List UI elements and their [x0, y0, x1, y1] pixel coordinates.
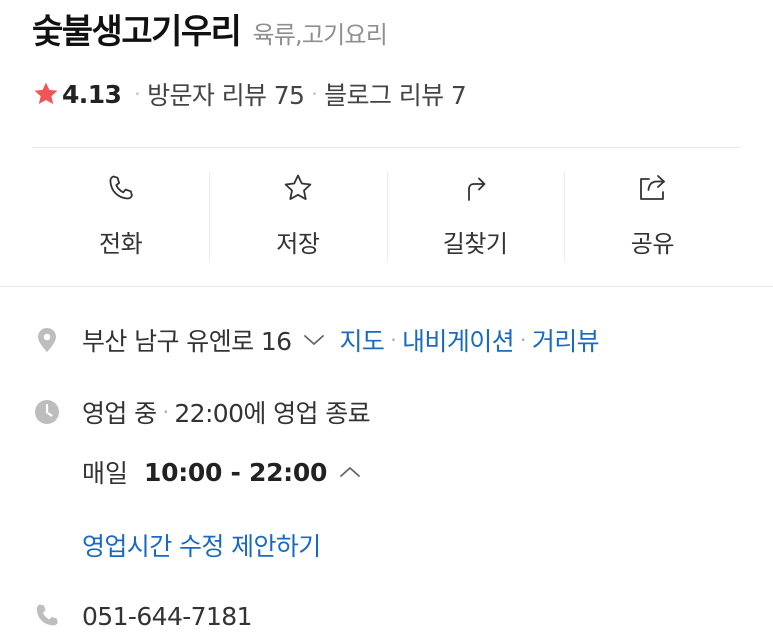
call-button[interactable]: 전화 — [32, 172, 209, 262]
chevron-up-icon[interactable] — [339, 465, 361, 479]
place-category: 육류,고기요리 — [252, 21, 387, 49]
divider — [32, 147, 741, 148]
navigation-link[interactable]: 내비게이션 — [402, 322, 515, 358]
clock-icon — [35, 400, 59, 424]
separator-dot: · — [134, 82, 141, 106]
directions-icon — [468, 177, 486, 201]
hours-time: 10:00 - 22:00 — [144, 457, 328, 487]
location-pin-icon — [38, 328, 56, 352]
place-header: 숯불생고기우리 육류,고기요리 — [32, 4, 388, 54]
address-row: 부산 남구 유엔로 16 지도 · 내비게이션 · 거리뷰 — [32, 320, 600, 360]
closing-time: 22:00에 영업 종료 — [174, 399, 371, 428]
share-button[interactable]: 공유 — [563, 172, 741, 262]
action-label: 공유 — [630, 230, 675, 258]
address-text[interactable]: 부산 남구 유엔로 16 — [82, 322, 292, 358]
hours-day: 매일 — [82, 459, 129, 488]
street-view-link[interactable]: 거리뷰 — [532, 322, 600, 358]
suggest-hours-edit-link[interactable]: 영업시간 수정 제안하기 — [82, 525, 321, 565]
rating-score: 4.13 — [62, 79, 122, 109]
hours-row: 영업 중 · 22:00에 영업 종료 — [32, 392, 371, 432]
place-title: 숯불생고기우리 — [32, 12, 242, 52]
action-label: 전화 — [99, 230, 143, 258]
save-button[interactable]: 저장 — [209, 172, 386, 262]
phone-number[interactable]: 051-644-7181 — [82, 602, 253, 631]
separator-dot: · — [390, 328, 397, 352]
rating-row: 4.13 · 방문자 리뷰 75 · 블로그 리뷰 7 — [32, 74, 467, 114]
action-label: 저장 — [276, 230, 320, 258]
separator-dot: · — [162, 400, 169, 424]
phone-icon — [109, 175, 133, 200]
daily-hours[interactable]: 매일 10:00 - 22:00 — [82, 452, 361, 492]
map-link[interactable]: 지도 — [339, 322, 384, 358]
phone-row: 051-644-7181 — [32, 596, 253, 634]
separator-dot: · — [311, 82, 318, 106]
share-icon — [640, 175, 666, 200]
business-status: 영업 중 — [82, 399, 157, 428]
blog-review-link[interactable]: 블로그 리뷰 7 — [324, 76, 467, 112]
directions-button[interactable]: 길찾기 — [386, 172, 564, 262]
action-bar: 전화 저장 길찾기 공유 — [32, 172, 741, 262]
phone-icon — [36, 604, 58, 626]
visitor-review-link[interactable]: 방문자 리뷰 75 — [147, 76, 305, 112]
star-outline-icon — [284, 174, 312, 200]
chevron-down-icon[interactable] — [303, 333, 325, 347]
divider — [0, 286, 773, 287]
star-icon — [34, 82, 58, 105]
action-label: 길찾기 — [442, 230, 508, 258]
separator-dot: · — [520, 328, 526, 352]
